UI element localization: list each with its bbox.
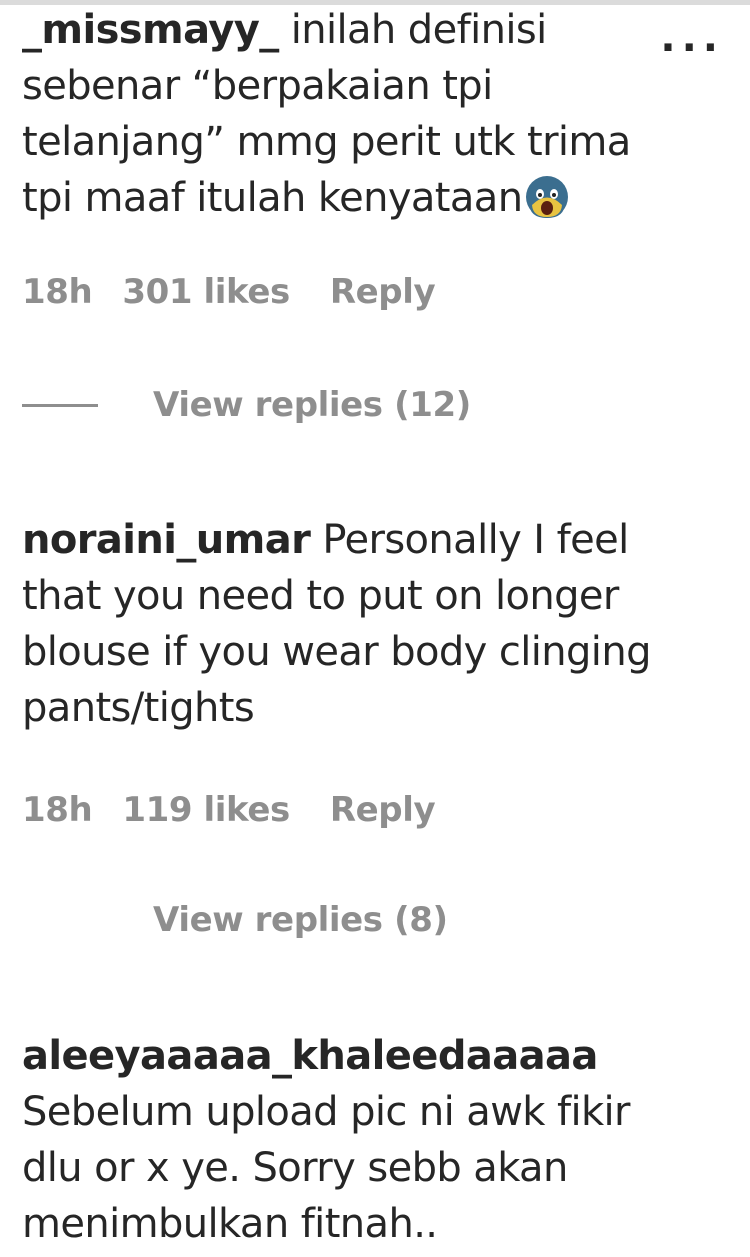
comment-item: noraini_umar Personally I feel that you … bbox=[22, 512, 750, 736]
replies-divider-line bbox=[22, 403, 98, 407]
comment-item: aleeyaaaaa_khaleedaaaaa Sebelum upload p… bbox=[22, 1028, 750, 1252]
view-replies-label[interactable]: View replies (12) bbox=[153, 385, 471, 425]
comment-username[interactable]: noraini_umar bbox=[22, 517, 311, 563]
comment-likes[interactable]: 301 likes bbox=[122, 272, 290, 312]
view-replies-label[interactable]: View replies (8) bbox=[153, 900, 448, 940]
comment-meta: 18h 119 likes Reply bbox=[22, 790, 436, 830]
comment-meta: 18h 301 likes Reply bbox=[22, 272, 436, 312]
reply-button[interactable]: Reply bbox=[330, 790, 436, 830]
comment-likes[interactable]: 119 likes bbox=[122, 790, 290, 830]
comment-body: noraini_umar Personally I feel that you … bbox=[22, 512, 682, 736]
comment-text: Sebelum upload pic ni awk fikir dlu or x… bbox=[22, 1089, 631, 1247]
more-options-icon[interactable]: ... bbox=[660, 18, 724, 58]
comment-item: _missmayy_ inilah definisi sebenar “berp… bbox=[22, 2, 750, 226]
comment-username[interactable]: _missmayy_ bbox=[22, 7, 279, 53]
comment-time: 18h bbox=[22, 272, 93, 312]
comment-time: 18h bbox=[22, 790, 93, 830]
comment-username[interactable]: aleeyaaaaa_khaleedaaaaa bbox=[22, 1033, 598, 1079]
comment-body: _missmayy_ inilah definisi sebenar “berp… bbox=[22, 2, 682, 226]
reply-button[interactable]: Reply bbox=[330, 272, 436, 312]
comment-body: aleeyaaaaa_khaleedaaaaa Sebelum upload p… bbox=[22, 1028, 682, 1252]
view-replies-button[interactable]: View replies (12) bbox=[22, 385, 471, 425]
face-screaming-emoji bbox=[526, 176, 569, 218]
view-replies-button[interactable]: View replies (8) bbox=[153, 900, 448, 940]
